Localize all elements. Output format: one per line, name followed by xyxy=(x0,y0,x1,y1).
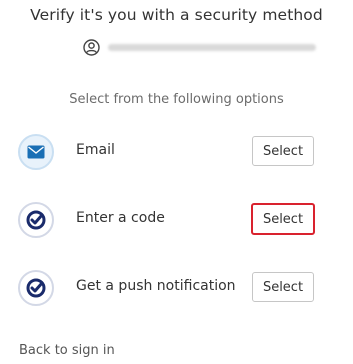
option-label-enter-code: Enter a code xyxy=(76,210,165,226)
back-to-sign-in-link[interactable]: Back to sign in xyxy=(19,343,115,358)
instructions-text: Select from the following options xyxy=(69,92,284,107)
select-enter-code-button[interactable]: Select xyxy=(251,203,315,235)
option-label-push: Get a push notification xyxy=(76,278,236,294)
select-email-button[interactable]: Select xyxy=(252,136,314,166)
identity-row xyxy=(83,38,316,56)
okta-verify-icon xyxy=(18,270,54,306)
okta-verify-icon xyxy=(18,202,54,238)
option-push-notification: Get a push notification Select xyxy=(18,270,318,310)
option-enter-code: Enter a code Select xyxy=(18,202,318,242)
page-title: Verify it's you with a security method xyxy=(30,6,323,24)
select-push-button[interactable]: Select xyxy=(252,272,314,302)
email-icon xyxy=(18,134,54,170)
user-circle-icon xyxy=(83,38,100,56)
option-email: Email Select xyxy=(18,134,318,174)
option-label-email: Email xyxy=(76,142,115,158)
masked-email xyxy=(108,43,316,51)
